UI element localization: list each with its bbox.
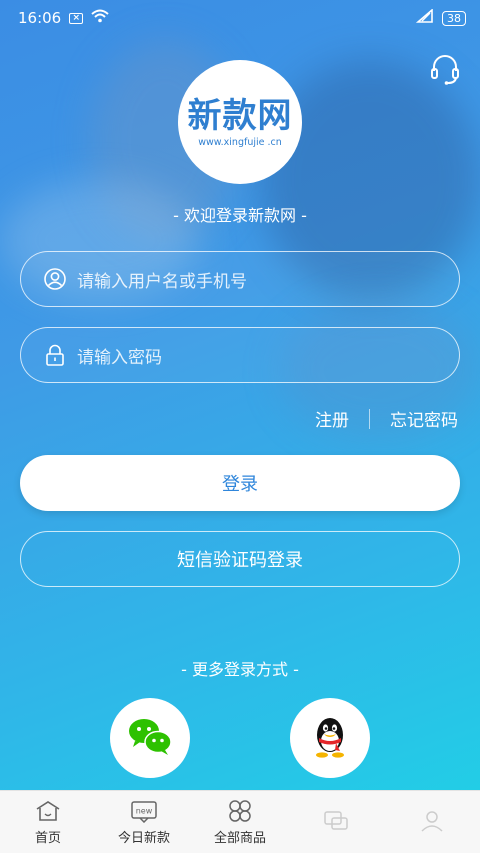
tab-today-new[interactable]: new 今日新款 (96, 791, 192, 853)
notification-icon: × (69, 12, 84, 24)
status-bar: 16:06 × 38 (0, 0, 480, 36)
tab-messages[interactable] (288, 791, 384, 853)
tab-all-products[interactable]: 全部商品 (192, 791, 288, 853)
tab-home[interactable]: 首页 (0, 791, 96, 853)
home-icon (33, 798, 63, 824)
wifi-icon (91, 9, 109, 27)
customer-service-icon[interactable] (428, 52, 462, 86)
user-icon (43, 267, 67, 291)
logo-subtitle: www.xingfujie .cn (198, 136, 282, 148)
account-links: 注册 忘记密码 (315, 406, 458, 431)
tab-profile[interactable] (384, 791, 480, 853)
password-field[interactable]: 请输入密码 (20, 327, 460, 383)
tab-all-products-label: 全部商品 (213, 831, 266, 846)
qq-login-button[interactable] (290, 698, 370, 778)
chat-icon (321, 808, 351, 834)
signal-icon (415, 8, 434, 27)
app-logo: 新款网 www.xingfujie .cn (178, 60, 302, 184)
tab-today-new-label: 今日新款 (117, 831, 170, 846)
login-button[interactable]: 登录 (20, 455, 460, 511)
more-login-text: - 更多登录方式 - (181, 660, 299, 679)
user-icon (417, 808, 447, 834)
tab-home-label: 首页 (34, 831, 61, 846)
wechat-login-button[interactable] (110, 698, 190, 778)
forgot-password-link[interactable]: 忘记密码 (390, 406, 458, 431)
battery-indicator: 38 (442, 10, 466, 26)
grid-icon (225, 798, 255, 824)
new-badge-icon: new (129, 798, 159, 824)
lock-icon (43, 343, 67, 367)
wechat-icon (127, 716, 173, 760)
login-screen: 16:06 × 38 新款网 www.xingfujie .cn - 欢迎登录新… (0, 0, 480, 853)
password-placeholder: 请输入密码 (77, 347, 162, 368)
sms-login-button[interactable]: 短信验证码登录 (20, 531, 460, 587)
bottom-tab-bar: 首页 new 今日新款 全部商品 (0, 790, 480, 853)
status-time: 16:06 (18, 9, 62, 27)
new-badge-text: new (136, 807, 153, 816)
username-placeholder: 请输入用户名或手机号 (77, 271, 247, 292)
logo-title: 新款网 (187, 95, 293, 136)
username-field[interactable]: 请输入用户名或手机号 (20, 251, 460, 307)
qq-icon (310, 713, 350, 763)
welcome-text: - 欢迎登录新款网 - (173, 206, 307, 225)
links-divider (369, 408, 370, 429)
register-link[interactable]: 注册 (315, 406, 349, 431)
